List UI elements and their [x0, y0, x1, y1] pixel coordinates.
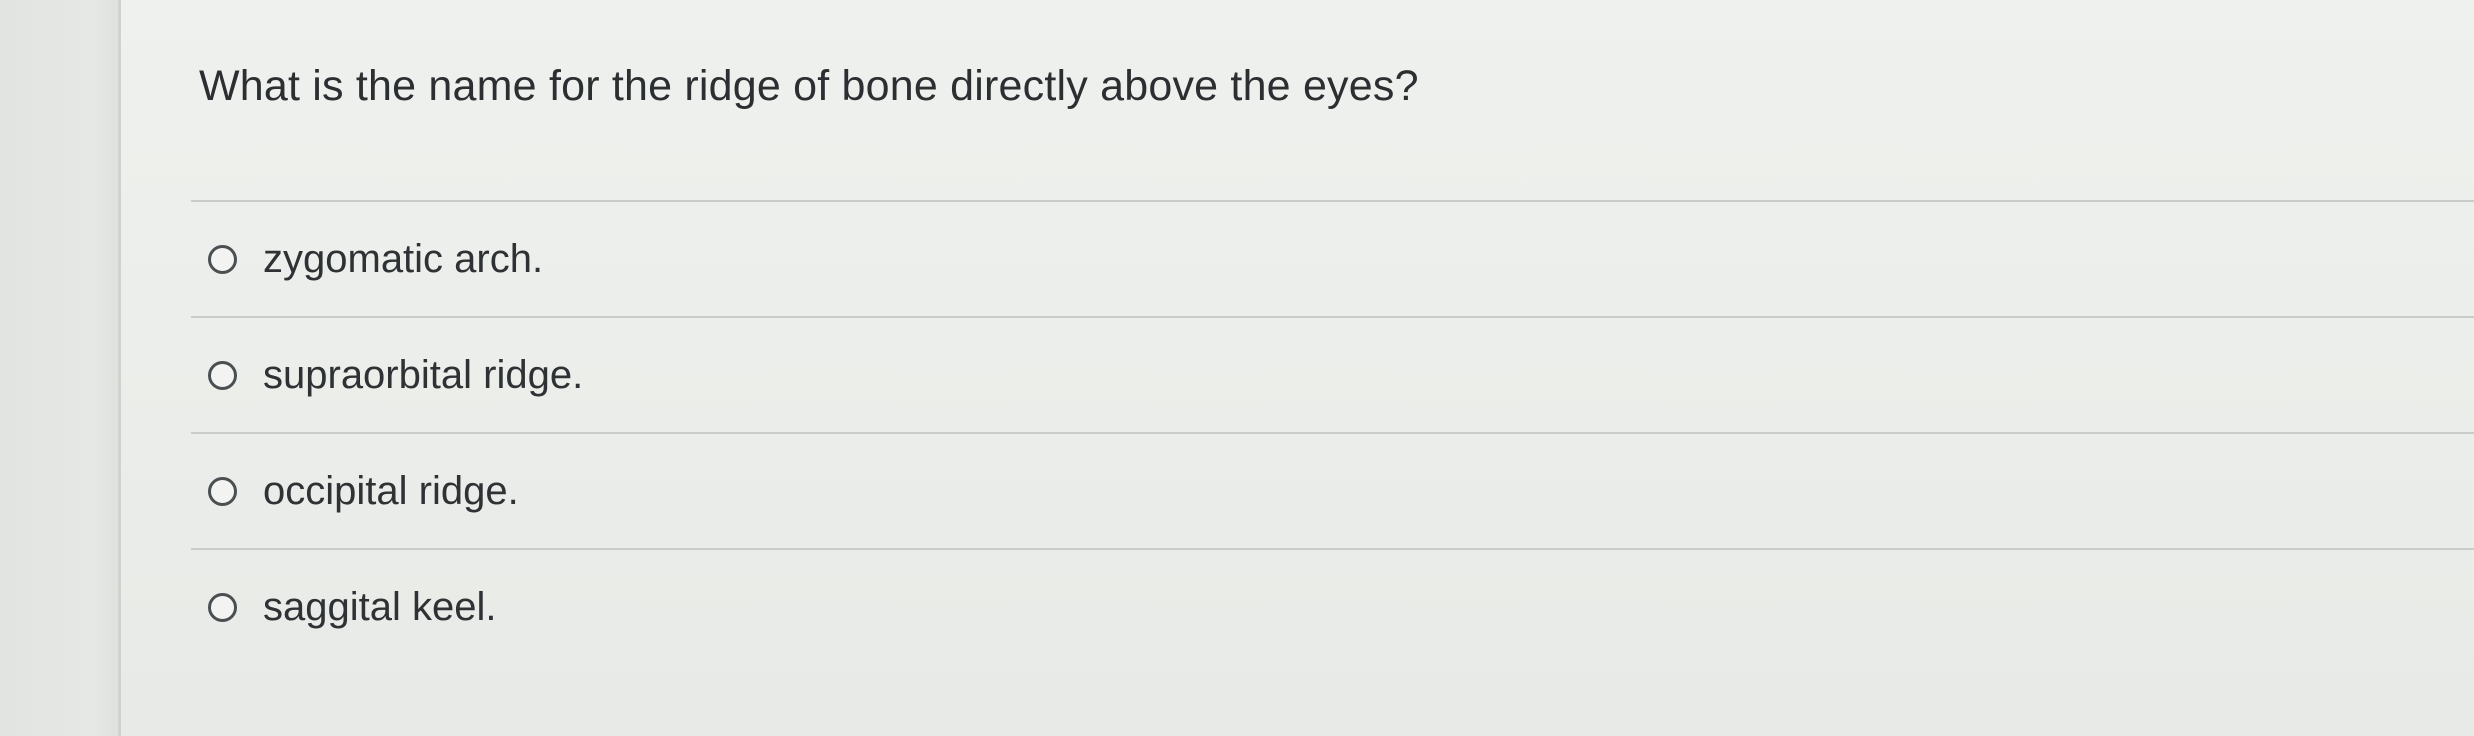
radio-button-icon[interactable] — [208, 244, 237, 274]
answer-option-supraorbital-ridge[interactable]: supraorbital ridge. — [191, 318, 2474, 432]
answer-options: zygomatic arch. supraorbital ridge. occi… — [191, 200, 2474, 664]
answer-option-label: saggital keel. — [263, 584, 497, 629]
question-text: What is the name for the ridge of bone d… — [199, 62, 1419, 110]
radio-button-icon[interactable] — [208, 476, 237, 506]
question-panel: What is the name for the ridge of bone d… — [121, 0, 2474, 736]
answer-option-label: supraorbital ridge. — [263, 352, 584, 397]
answer-option-label: zygomatic arch. — [263, 236, 544, 281]
radio-button-icon[interactable] — [208, 592, 237, 622]
left-margin-panel — [0, 0, 121, 736]
answer-option-zygomatic-arch[interactable]: zygomatic arch. — [191, 202, 2474, 316]
answer-option-occipital-ridge[interactable]: occipital ridge. — [191, 434, 2474, 548]
answer-option-saggital-keel[interactable]: saggital keel. — [191, 550, 2474, 664]
radio-button-icon[interactable] — [208, 360, 237, 390]
answer-option-label: occipital ridge. — [263, 468, 519, 513]
